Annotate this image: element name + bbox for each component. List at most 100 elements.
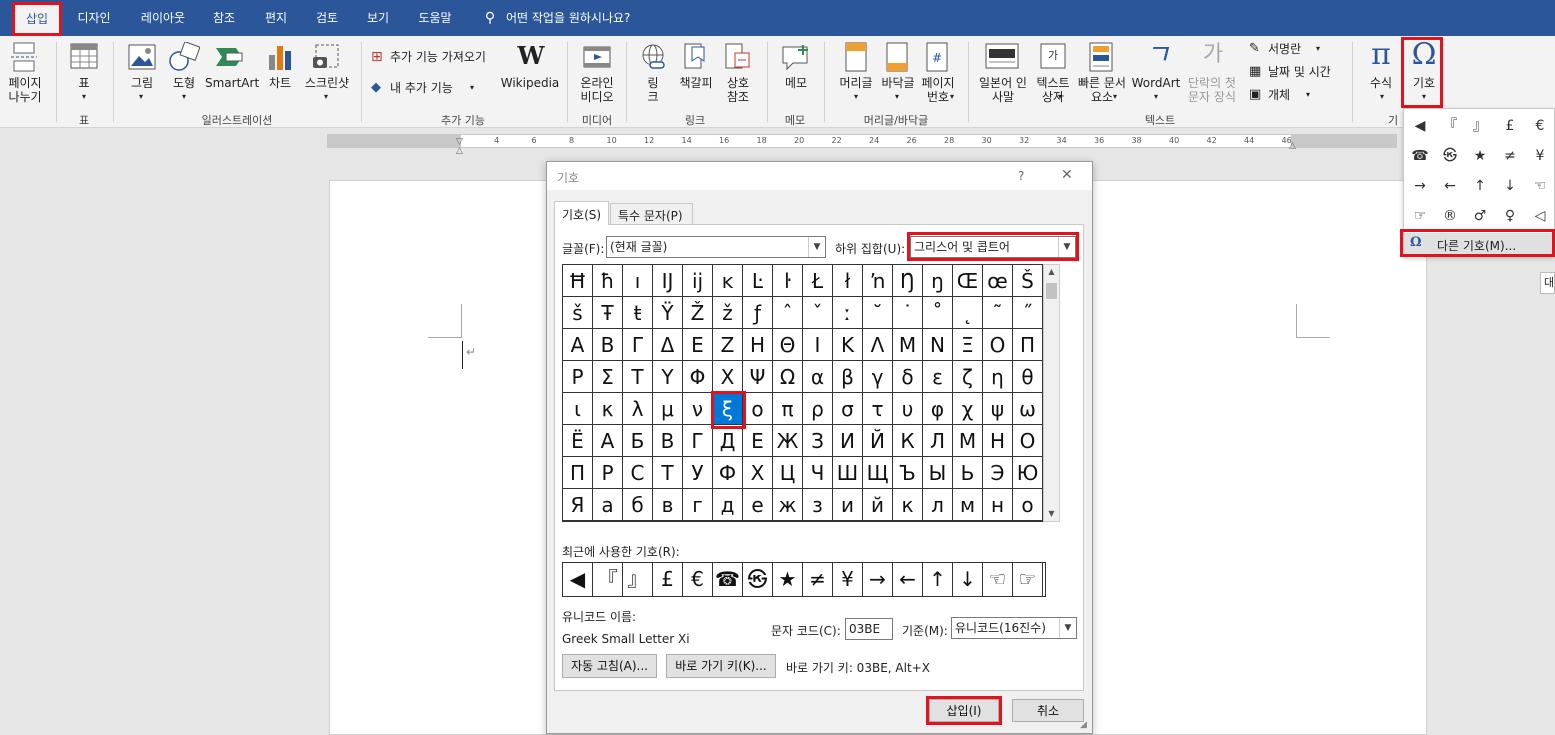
symbol-cell[interactable]: з: [803, 489, 833, 521]
recent-symbol-cell[interactable]: ←: [893, 563, 923, 596]
symbol-cell[interactable]: Ψ: [743, 361, 773, 393]
tab-layout[interactable]: 레이아웃: [130, 0, 196, 36]
symbol-cell[interactable]: Д: [713, 425, 743, 457]
recent-symbol-cell[interactable]: ★: [773, 563, 803, 596]
from-select[interactable]: 유니코드(16진수) ▼: [951, 617, 1077, 639]
symbol-cell[interactable]: œ: [983, 265, 1013, 297]
tab-view[interactable]: 보기: [358, 0, 398, 36]
symbol-cell[interactable]: Ь: [953, 457, 983, 489]
symbol-cell[interactable]: ː: [833, 297, 863, 329]
tab-help[interactable]: 도움말: [410, 0, 460, 36]
my-addins-button[interactable]: 내 추가 기능: [390, 81, 470, 95]
symbol-cell[interactable]: Г: [683, 425, 713, 457]
japanese-greeting-button[interactable]: 일본어 인 사말: [974, 76, 1032, 104]
symbol-cell[interactable]: ν: [683, 393, 713, 425]
symbol-cell[interactable]: Ч: [803, 457, 833, 489]
symbol-cell[interactable]: ж: [773, 489, 803, 521]
symbol-cell[interactable]: Ц: [773, 457, 803, 489]
header-button[interactable]: 머리글: [834, 76, 878, 90]
table-button[interactable]: 표: [70, 76, 98, 90]
symbol-cell[interactable]: к: [893, 489, 923, 521]
drop-cap-button[interactable]: 단락의 첫 문자 장식: [1182, 76, 1242, 104]
recent-symbol-cell[interactable]: €: [683, 563, 713, 596]
symbol-cell[interactable]: Ξ: [953, 329, 983, 361]
symbol-cell[interactable]: ĳ: [683, 265, 713, 297]
symbol-cell[interactable]: Ν: [923, 329, 953, 361]
gallery-symbol-item[interactable]: ↓: [1495, 171, 1525, 201]
symbol-cell[interactable]: Ю: [1013, 457, 1042, 489]
tab-symbols[interactable]: 기호(S): [554, 201, 609, 225]
symbol-grid-scrollbar[interactable]: ▲ ▼: [1043, 264, 1060, 522]
symbol-cell[interactable]: ˇ: [803, 297, 833, 329]
symbol-cell[interactable]: β: [833, 361, 863, 393]
indent-marker-icon[interactable]: ▽ △: [455, 138, 464, 156]
symbol-cell[interactable]: Υ: [653, 361, 683, 393]
shapes-button[interactable]: 도형: [166, 76, 202, 90]
symbol-cell[interactable]: ı: [623, 265, 653, 297]
symbol-cell[interactable]: Н: [983, 425, 1013, 457]
cancel-button[interactable]: 취소: [1012, 699, 1084, 722]
recent-symbol-cell[interactable]: ☞: [1013, 563, 1043, 596]
gallery-symbol-item[interactable]: ®: [1435, 201, 1465, 231]
symbol-cell[interactable]: Σ: [593, 361, 623, 393]
symbol-cell[interactable]: Ρ: [563, 361, 593, 393]
symbol-cell[interactable]: М: [953, 425, 983, 457]
symbol-cell[interactable]: Ъ: [893, 457, 923, 489]
font-select[interactable]: (현재 글꼴) ▼: [606, 236, 826, 258]
symbol-cell[interactable]: б: [623, 489, 653, 521]
symbol-cell[interactable]: Π: [1013, 329, 1042, 361]
scroll-up-icon[interactable]: ▲: [1044, 265, 1059, 279]
tab-insert[interactable]: 삽입: [14, 4, 60, 36]
symbol-cell[interactable]: Ω: [773, 361, 803, 393]
scroll-thumb[interactable]: [1046, 283, 1057, 299]
symbol-cell[interactable]: τ: [863, 393, 893, 425]
footer-button[interactable]: 바닥글: [876, 76, 920, 90]
recent-symbol-cell[interactable]: £: [653, 563, 683, 596]
symbol-cell[interactable]: в: [653, 489, 683, 521]
symbol-cell[interactable]: Ŀ: [743, 265, 773, 297]
symbol-cell[interactable]: В: [653, 425, 683, 457]
symbol-cell[interactable]: Ŧ: [593, 297, 623, 329]
symbol-cell[interactable]: И: [833, 425, 863, 457]
symbol-cell[interactable]: Ĳ: [653, 265, 683, 297]
symbol-grid[interactable]: Ħħ ı Ĳĳ ĸ Ŀŀ Łł ŉ Ŋŋ Œœ Šš Ŧŧ Ÿ Žž ƒ ˆ ˇ ː ˘ ˙ ˚ ˛ ˜ ˝ Α Β Γ Δ Ε Ζ Η Θ…: [562, 264, 1043, 522]
symbol-cell[interactable]: д: [713, 489, 743, 521]
symbol-cell[interactable]: а: [593, 489, 623, 521]
char-code-input[interactable]: 03BE: [845, 618, 893, 640]
gallery-symbol-item[interactable]: ㉿: [1435, 141, 1465, 171]
symbol-cell[interactable]: Κ: [833, 329, 863, 361]
symbol-cell[interactable]: О: [1013, 425, 1042, 457]
close-button[interactable]: ✕: [1061, 167, 1073, 183]
recent-symbol-cell[interactable]: ◀: [563, 563, 593, 596]
gallery-symbol-item[interactable]: ♂: [1465, 201, 1495, 231]
symbol-cell[interactable]: θ: [1013, 361, 1042, 393]
symbol-cell[interactable]: λ: [623, 393, 653, 425]
resize-grip-icon[interactable]: ◢: [1080, 720, 1090, 730]
symbol-cell[interactable]: ι: [563, 393, 593, 425]
recent-symbol-cell[interactable]: ↑: [923, 563, 953, 596]
symbol-cell[interactable]: м: [953, 489, 983, 521]
chart-button[interactable]: 차트: [262, 76, 298, 90]
symbol-cell[interactable]: ˙: [893, 297, 923, 329]
tab-review[interactable]: 검토: [307, 0, 347, 36]
symbol-cell[interactable]: ω: [1013, 393, 1042, 425]
symbol-cell[interactable]: Й: [863, 425, 893, 457]
symbol-cell[interactable]: υ: [893, 393, 923, 425]
symbol-cell[interactable]: η: [983, 361, 1013, 393]
symbol-cell[interactable]: Е: [743, 425, 773, 457]
symbol-button[interactable]: 기호: [1404, 76, 1444, 90]
symbol-cell[interactable]: ξ: [713, 393, 743, 425]
symbol-cell[interactable]: γ: [863, 361, 893, 393]
symbol-cell[interactable]: ł: [833, 265, 863, 297]
symbol-cell[interactable]: Ш: [833, 457, 863, 489]
gallery-symbol-item[interactable]: £: [1495, 111, 1525, 141]
symbol-cell[interactable]: З: [803, 425, 833, 457]
symbol-cell[interactable]: Х: [743, 457, 773, 489]
symbol-cell[interactable]: ħ: [593, 265, 623, 297]
symbol-cell[interactable]: š: [563, 297, 593, 329]
symbol-cell[interactable]: С: [623, 457, 653, 489]
symbol-cell[interactable]: К: [893, 425, 923, 457]
comment-button[interactable]: 메모: [776, 76, 816, 90]
symbol-cell[interactable]: о: [1013, 489, 1042, 521]
bookmark-button[interactable]: 책갈피: [674, 76, 718, 90]
